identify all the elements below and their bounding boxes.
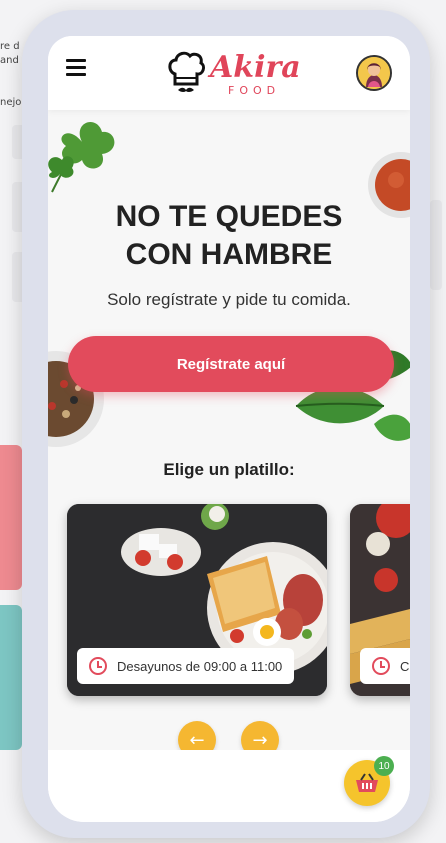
arrow-right-icon: → (252, 729, 268, 751)
background-page-text: re d and nejo (0, 40, 21, 110)
background-teal-panel (0, 605, 22, 750)
background-text-line: nejo (0, 97, 22, 108)
clock-icon (372, 657, 390, 675)
background-red-panel (0, 445, 22, 590)
background-text-line: and (0, 55, 19, 66)
hero-title-line: NO TE QUEDES (115, 200, 343, 233)
parsley-leaf-icon (48, 121, 115, 193)
dish-card-breakfast[interactable]: Desayunos de 09:00 a 11:00 (67, 504, 327, 696)
background-text-line: re d (0, 41, 20, 52)
clock-icon (89, 657, 107, 675)
hero-section: NO TE QUEDES CON HAMBRE Solo regístrate … (48, 110, 410, 759)
logo-wordmark: Akira (210, 50, 301, 85)
hero-subtitle: Solo regístrate y pide tu comida. (107, 290, 351, 309)
arrow-left-icon: ← (189, 729, 205, 751)
dish-card-label-text: C (400, 658, 410, 674)
background-card (430, 200, 442, 290)
dish-card-label: C (360, 648, 410, 684)
user-avatar-icon (358, 57, 390, 89)
brand-logo[interactable]: Akira FOOD (166, 48, 301, 100)
hero-title: NO TE QUEDES CON HAMBRE (48, 198, 410, 274)
logo-subtitle: FOOD (228, 84, 281, 97)
app-header: Akira FOOD (48, 36, 410, 110)
user-avatar[interactable] (356, 55, 392, 91)
dish-card-label-text: Desayunos de 09:00 a 11:00 (117, 658, 283, 674)
dish-card-label: Desayunos de 09:00 a 11:00 (77, 648, 295, 684)
shopping-basket-icon (356, 773, 378, 792)
dish-section-title: Elige un platillo: (163, 460, 295, 479)
menu-icon[interactable] (66, 59, 86, 76)
dish-card-next[interactable]: C (350, 504, 410, 696)
cart-count-badge: 10 (374, 756, 394, 776)
phone-screen: Akira FOOD NO TE QUEDES CON HAMBRE Solo … (48, 36, 410, 822)
register-button[interactable]: Regístrate aquí (68, 336, 394, 392)
phone-mockup: Akira FOOD NO TE QUEDES CON HAMBRE Solo … (22, 10, 430, 838)
hero-title-line: CON HAMBRE (125, 238, 333, 271)
chef-hat-icon (168, 51, 206, 92)
